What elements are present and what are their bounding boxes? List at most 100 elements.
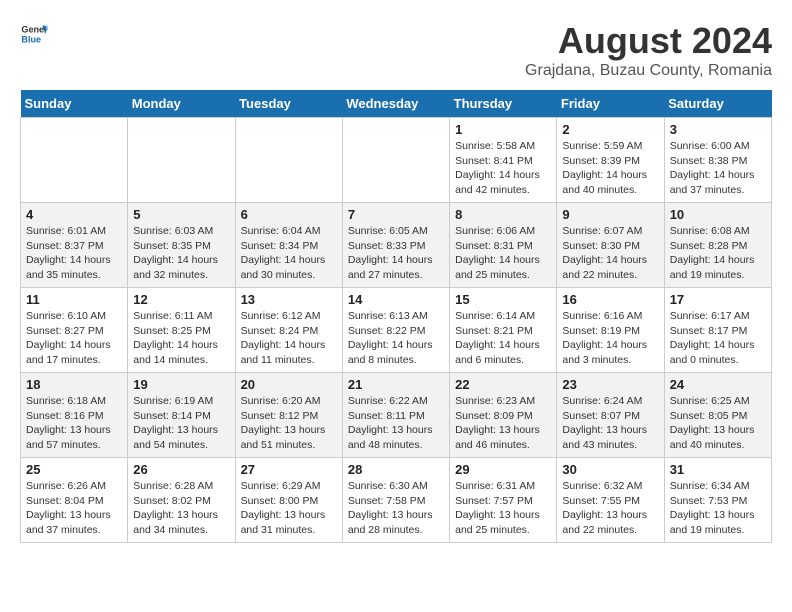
day-detail: Sunrise: 6:03 AM Sunset: 8:35 PM Dayligh… bbox=[133, 224, 229, 283]
weekday-header-row: SundayMondayTuesdayWednesdayThursdayFrid… bbox=[21, 90, 772, 118]
day-number: 11 bbox=[26, 292, 122, 307]
day-detail: Sunrise: 5:58 AM Sunset: 8:41 PM Dayligh… bbox=[455, 139, 551, 198]
day-detail: Sunrise: 6:22 AM Sunset: 8:11 PM Dayligh… bbox=[348, 394, 444, 453]
calendar-cell: 15 Sunrise: 6:14 AM Sunset: 8:21 PM Dayli… bbox=[450, 288, 557, 373]
day-number: 25 bbox=[26, 462, 122, 477]
weekday-header-friday: Friday bbox=[557, 90, 664, 118]
calendar-cell: 12Sunrise: 6:11 AM Sunset: 8:25 PM Dayli… bbox=[128, 288, 235, 373]
day-number: 10 bbox=[670, 207, 766, 222]
calendar-cell: 9 Sunrise: 6:07 AM Sunset: 8:30 PM Daylig… bbox=[557, 203, 664, 288]
calendar-cell: 28 Sunrise: 6:30 AM Sunset: 7:58 PM Dayli… bbox=[342, 458, 449, 543]
day-number: 18 bbox=[26, 377, 122, 392]
day-detail: Sunrise: 6:26 AM Sunset: 8:04 PM Dayligh… bbox=[26, 479, 122, 538]
day-number: 28 bbox=[348, 462, 444, 477]
calendar-cell: 11Sunrise: 6:10 AM Sunset: 8:27 PM Dayli… bbox=[21, 288, 128, 373]
day-number: 30 bbox=[562, 462, 658, 477]
day-detail: Sunrise: 6:14 AM Sunset: 8:21 PM Dayligh… bbox=[455, 309, 551, 368]
day-number: 21 bbox=[348, 377, 444, 392]
weekday-header-thursday: Thursday bbox=[450, 90, 557, 118]
week-row-4: 18 Sunrise: 6:18 AM Sunset: 8:16 PM Dayli… bbox=[21, 373, 772, 458]
weekday-header-saturday: Saturday bbox=[664, 90, 771, 118]
calendar-cell: 26Sunrise: 6:28 AM Sunset: 8:02 PM Dayli… bbox=[128, 458, 235, 543]
calendar-cell: 1 Sunrise: 5:58 AM Sunset: 8:41 PM Daylig… bbox=[450, 118, 557, 203]
day-number: 13 bbox=[241, 292, 337, 307]
day-detail: Sunrise: 6:18 AM Sunset: 8:16 PM Dayligh… bbox=[26, 394, 122, 453]
calendar-cell: 10 Sunrise: 6:08 AM Sunset: 8:28 PM Dayli… bbox=[664, 203, 771, 288]
calendar-cell bbox=[342, 118, 449, 203]
day-number: 1 bbox=[455, 122, 551, 137]
calendar-cell bbox=[235, 118, 342, 203]
day-number: 8 bbox=[455, 207, 551, 222]
calendar-cell: 25 Sunrise: 6:26 AM Sunset: 8:04 PM Dayli… bbox=[21, 458, 128, 543]
day-number: 31 bbox=[670, 462, 766, 477]
weekday-header-wednesday: Wednesday bbox=[342, 90, 449, 118]
svg-text:Blue: Blue bbox=[21, 34, 41, 44]
calendar-cell bbox=[21, 118, 128, 203]
day-number: 23 bbox=[562, 377, 658, 392]
day-detail: Sunrise: 6:32 AM Sunset: 7:55 PM Dayligh… bbox=[562, 479, 658, 538]
day-detail: Sunrise: 6:08 AM Sunset: 8:28 PM Dayligh… bbox=[670, 224, 766, 283]
day-number: 19 bbox=[133, 377, 229, 392]
day-number: 6 bbox=[241, 207, 337, 222]
calendar-cell: 27Sunrise: 6:29 AM Sunset: 8:00 PM Dayli… bbox=[235, 458, 342, 543]
day-detail: Sunrise: 6:17 AM Sunset: 8:17 PM Dayligh… bbox=[670, 309, 766, 368]
header: General Blue August 2024 Grajdana, Buzau… bbox=[20, 20, 772, 80]
day-detail: Sunrise: 6:16 AM Sunset: 8:19 PM Dayligh… bbox=[562, 309, 658, 368]
day-detail: Sunrise: 5:59 AM Sunset: 8:39 PM Dayligh… bbox=[562, 139, 658, 198]
calendar-cell: 2Sunrise: 5:59 AM Sunset: 8:39 PM Daylig… bbox=[557, 118, 664, 203]
week-row-3: 11Sunrise: 6:10 AM Sunset: 8:27 PM Dayli… bbox=[21, 288, 772, 373]
calendar-cell: 29Sunrise: 6:31 AM Sunset: 7:57 PM Dayli… bbox=[450, 458, 557, 543]
day-detail: Sunrise: 6:12 AM Sunset: 8:24 PM Dayligh… bbox=[241, 309, 337, 368]
calendar-cell bbox=[128, 118, 235, 203]
logo: General Blue bbox=[20, 20, 48, 48]
day-number: 5 bbox=[133, 207, 229, 222]
calendar-cell: 7Sunrise: 6:05 AM Sunset: 8:33 PM Daylig… bbox=[342, 203, 449, 288]
calendar-cell: 22 Sunrise: 6:23 AM Sunset: 8:09 PM Dayli… bbox=[450, 373, 557, 458]
day-detail: Sunrise: 6:20 AM Sunset: 8:12 PM Dayligh… bbox=[241, 394, 337, 453]
title-area: August 2024 Grajdana, Buzau County, Roma… bbox=[525, 20, 772, 80]
day-number: 22 bbox=[455, 377, 551, 392]
day-detail: Sunrise: 6:00 AM Sunset: 8:38 PM Dayligh… bbox=[670, 139, 766, 198]
calendar-table: SundayMondayTuesdayWednesdayThursdayFrid… bbox=[20, 90, 772, 543]
day-number: 24 bbox=[670, 377, 766, 392]
week-row-1: 1 Sunrise: 5:58 AM Sunset: 8:41 PM Daylig… bbox=[21, 118, 772, 203]
calendar-cell: 5 Sunrise: 6:03 AM Sunset: 8:35 PM Daylig… bbox=[128, 203, 235, 288]
calendar-cell: 21 Sunrise: 6:22 AM Sunset: 8:11 PM Dayli… bbox=[342, 373, 449, 458]
day-detail: Sunrise: 6:30 AM Sunset: 7:58 PM Dayligh… bbox=[348, 479, 444, 538]
calendar-cell: 14Sunrise: 6:13 AM Sunset: 8:22 PM Dayli… bbox=[342, 288, 449, 373]
day-detail: Sunrise: 6:29 AM Sunset: 8:00 PM Dayligh… bbox=[241, 479, 337, 538]
day-detail: Sunrise: 6:01 AM Sunset: 8:37 PM Dayligh… bbox=[26, 224, 122, 283]
day-number: 3 bbox=[670, 122, 766, 137]
subtitle: Grajdana, Buzau County, Romania bbox=[525, 62, 772, 80]
day-number: 4 bbox=[26, 207, 122, 222]
day-detail: Sunrise: 6:31 AM Sunset: 7:57 PM Dayligh… bbox=[455, 479, 551, 538]
calendar-cell: 30 Sunrise: 6:32 AM Sunset: 7:55 PM Dayli… bbox=[557, 458, 664, 543]
calendar-cell: 17 Sunrise: 6:17 AM Sunset: 8:17 PM Dayli… bbox=[664, 288, 771, 373]
day-number: 14 bbox=[348, 292, 444, 307]
day-number: 26 bbox=[133, 462, 229, 477]
week-row-2: 4 Sunrise: 6:01 AM Sunset: 8:37 PM Daylig… bbox=[21, 203, 772, 288]
day-detail: Sunrise: 6:25 AM Sunset: 8:05 PM Dayligh… bbox=[670, 394, 766, 453]
day-number: 7 bbox=[348, 207, 444, 222]
day-detail: Sunrise: 6:04 AM Sunset: 8:34 PM Dayligh… bbox=[241, 224, 337, 283]
day-detail: Sunrise: 6:34 AM Sunset: 7:53 PM Dayligh… bbox=[670, 479, 766, 538]
calendar-cell: 13 Sunrise: 6:12 AM Sunset: 8:24 PM Dayli… bbox=[235, 288, 342, 373]
day-number: 16 bbox=[562, 292, 658, 307]
day-detail: Sunrise: 6:24 AM Sunset: 8:07 PM Dayligh… bbox=[562, 394, 658, 453]
weekday-header-tuesday: Tuesday bbox=[235, 90, 342, 118]
day-number: 15 bbox=[455, 292, 551, 307]
day-number: 12 bbox=[133, 292, 229, 307]
main-title: August 2024 bbox=[525, 20, 772, 62]
day-detail: Sunrise: 6:06 AM Sunset: 8:31 PM Dayligh… bbox=[455, 224, 551, 283]
day-number: 17 bbox=[670, 292, 766, 307]
calendar-cell: 19Sunrise: 6:19 AM Sunset: 8:14 PM Dayli… bbox=[128, 373, 235, 458]
calendar-cell: 3 Sunrise: 6:00 AM Sunset: 8:38 PM Daylig… bbox=[664, 118, 771, 203]
calendar-cell: 31 Sunrise: 6:34 AM Sunset: 7:53 PM Dayli… bbox=[664, 458, 771, 543]
logo-icon: General Blue bbox=[20, 20, 48, 48]
day-number: 9 bbox=[562, 207, 658, 222]
day-detail: Sunrise: 6:23 AM Sunset: 8:09 PM Dayligh… bbox=[455, 394, 551, 453]
calendar-cell: 8 Sunrise: 6:06 AM Sunset: 8:31 PM Daylig… bbox=[450, 203, 557, 288]
calendar-cell: 4 Sunrise: 6:01 AM Sunset: 8:37 PM Daylig… bbox=[21, 203, 128, 288]
day-detail: Sunrise: 6:07 AM Sunset: 8:30 PM Dayligh… bbox=[562, 224, 658, 283]
calendar-cell: 18 Sunrise: 6:18 AM Sunset: 8:16 PM Dayli… bbox=[21, 373, 128, 458]
